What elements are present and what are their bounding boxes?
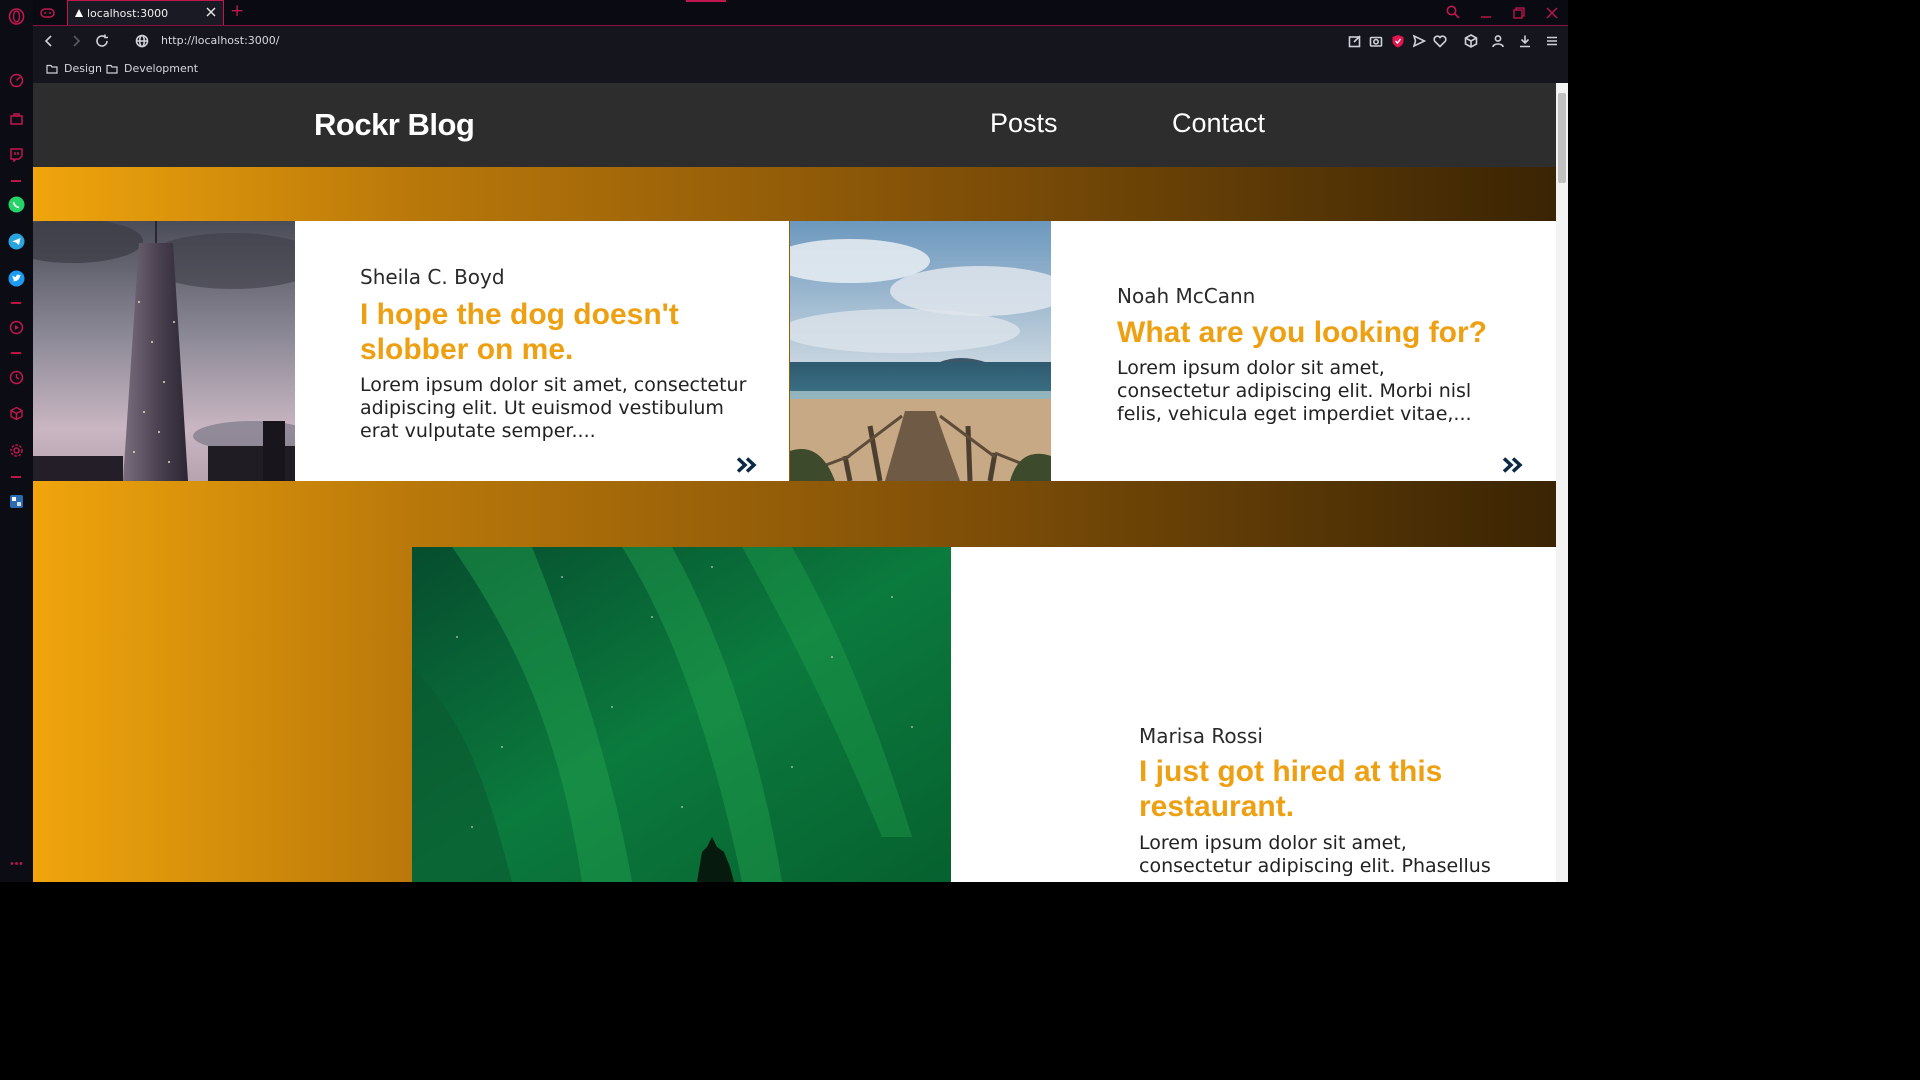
tab-bar: localhost:3000 + [33, 0, 1568, 26]
url-field[interactable]: http://localhost:3000/ [161, 34, 279, 47]
extensions-cube-icon[interactable] [8, 405, 25, 422]
bookmark-label: Design [64, 62, 102, 75]
post-author: Marisa Rossi [1139, 724, 1263, 748]
adblock-shield-icon[interactable] [1391, 34, 1405, 53]
bookmark-heart-icon[interactable] [1433, 34, 1447, 53]
back-arrow-icon[interactable] [43, 34, 55, 53]
read-more-chevrons-icon[interactable] [1502, 457, 1524, 473]
game-controller-icon[interactable] [40, 6, 55, 24]
folder-icon [106, 64, 118, 74]
address-bar: http://localhost:3000/ [33, 26, 1568, 56]
post-excerpt: Lorem ipsum dolor sit amet, consectetur … [1117, 357, 1472, 425]
post-title[interactable]: I just got hired at this restaurant. [1139, 754, 1519, 824]
forward-arrow-icon[interactable] [70, 34, 82, 53]
post-image-beach [790, 221, 1051, 481]
folder-icon [46, 64, 58, 74]
telegram-icon[interactable] [8, 233, 25, 250]
sidebar-divider [11, 352, 21, 354]
easy-setup-menu-icon[interactable] [1545, 34, 1559, 53]
minimize-window-icon[interactable] [1480, 6, 1492, 24]
post-author: Sheila C. Boyd [360, 265, 505, 289]
more-options-icon[interactable] [8, 855, 25, 872]
scrollbar-thumb[interactable] [1558, 93, 1566, 183]
player-icon[interactable] [8, 319, 25, 336]
favicon-triangle-icon [75, 9, 83, 17]
sidebar-divider [11, 302, 21, 304]
post-card[interactable]: Noah McCann What are you looking for? Lo… [790, 221, 1556, 481]
post-image-skyscraper [33, 221, 295, 481]
opera-logo-icon[interactable] [8, 8, 25, 25]
read-more-chevrons-icon[interactable] [736, 457, 758, 473]
sidebar-divider [11, 180, 21, 182]
nav-link-posts[interactable]: Posts [990, 108, 1058, 139]
snapshot-edit-icon[interactable] [1348, 34, 1362, 53]
twitch-icon[interactable] [8, 146, 25, 163]
site-brand[interactable]: Rockr Blog [314, 107, 475, 143]
bookmark-folder-development[interactable]: Development [106, 62, 198, 75]
tab-localhost[interactable]: localhost:3000 [67, 0, 224, 25]
post-excerpt: Lorem ipsum dolor sit amet, consectetur … [1139, 832, 1491, 877]
site-header: Rockr Blog Posts Contact [33, 83, 1556, 167]
bookmarks-bar: Design Development [33, 56, 1568, 84]
search-tabs-icon[interactable] [1446, 5, 1460, 24]
restore-window-icon[interactable] [1513, 6, 1525, 24]
sidebar-divider [11, 476, 21, 478]
send-flow-icon[interactable] [1412, 34, 1427, 53]
extensions-cube-icon[interactable] [1464, 34, 1478, 53]
extension-app-icon[interactable] [8, 493, 25, 510]
tab-title: localhost:3000 [87, 6, 169, 20]
page-viewport: Rockr Blog Posts Contact Sheila C. Boyd … [33, 83, 1556, 882]
profile-icon[interactable] [1491, 34, 1505, 53]
reload-icon[interactable] [95, 34, 109, 53]
whatsapp-icon[interactable] [8, 196, 25, 213]
settings-gear-icon[interactable] [8, 442, 25, 459]
twitter-icon[interactable] [8, 270, 25, 287]
shopping-bag-icon[interactable] [8, 110, 25, 127]
page-scrollbar[interactable] [1556, 83, 1568, 882]
close-tab-icon[interactable] [205, 6, 217, 18]
post-title[interactable]: What are you looking for? [1117, 315, 1537, 350]
post-title[interactable]: I hope the dog doesn't slobber on me. [360, 297, 760, 367]
new-tab-button[interactable]: + [230, 1, 244, 21]
nav-link-contact[interactable]: Contact [1172, 108, 1265, 139]
site-info-globe-icon[interactable] [135, 34, 149, 53]
post-excerpt: Lorem ipsum dolor sit amet, consectetur … [360, 374, 747, 442]
post-card-featured[interactable]: Marisa Rossi I just got hired at this re… [412, 547, 1556, 882]
browser-sidebar [0, 0, 34, 882]
bookmark-label: Development [124, 62, 199, 75]
post-card[interactable]: Sheila C. Boyd I hope the dog doesn't sl… [33, 221, 789, 481]
download-icon[interactable] [1518, 34, 1532, 53]
camera-icon[interactable] [1369, 34, 1383, 53]
tab-indicator [686, 0, 726, 2]
post-author: Noah McCann [1117, 284, 1256, 308]
history-icon[interactable] [8, 369, 25, 386]
post-image-aurora [412, 547, 951, 882]
bookmark-folder-design[interactable]: Design [46, 62, 102, 75]
close-window-icon[interactable] [1546, 6, 1558, 24]
speed-dial-icon[interactable] [8, 72, 25, 89]
